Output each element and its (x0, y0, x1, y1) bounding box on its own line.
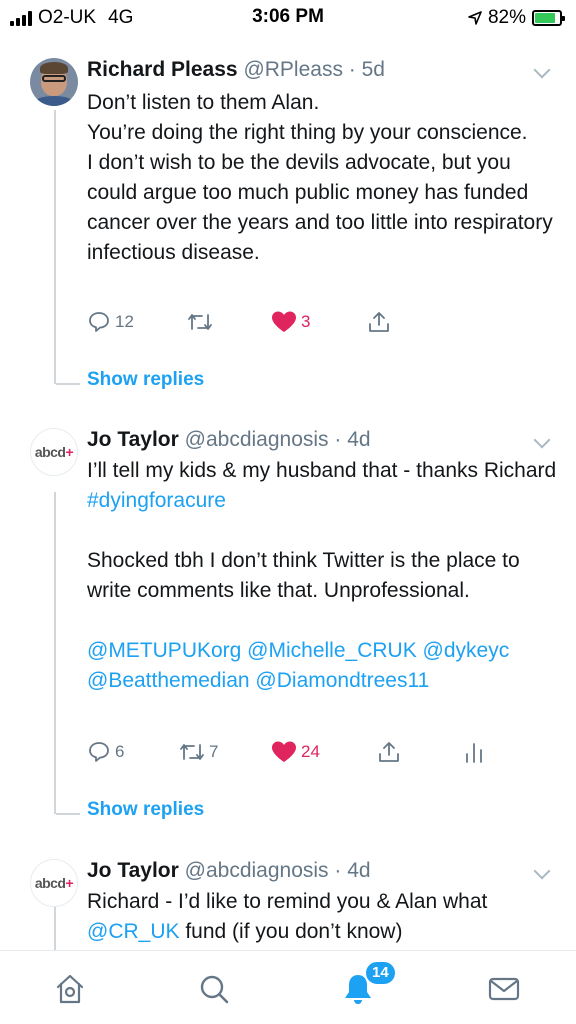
retweet-button[interactable] (187, 307, 217, 337)
avatar[interactable]: abcd+ (30, 428, 78, 476)
reply-button[interactable]: 12 (87, 307, 134, 337)
avatar-logo-text: abcd+ (34, 444, 74, 460)
analytics-button[interactable] (463, 737, 485, 767)
tweet-line: fund (if you don’t know) (179, 920, 403, 943)
battery-icon (532, 10, 565, 26)
home-tab[interactable] (52, 971, 88, 1007)
like-count: 3 (301, 312, 311, 331)
avatar[interactable]: abcd+ (30, 859, 78, 907)
tweet-actions: 12 3 (87, 307, 517, 337)
tweet-actions: 6 7 24 (87, 737, 517, 767)
reply-icon (89, 742, 109, 762)
share-button[interactable] (367, 307, 391, 337)
mention-links[interactable]: @METUPUKorg @Michelle_CRUK @dykeyc @Beat… (87, 636, 557, 696)
show-replies-link[interactable]: Show replies (87, 369, 204, 391)
reply-connector (56, 383, 80, 385)
status-bar-right: 82% (468, 7, 565, 29)
retweet-icon (180, 744, 204, 760)
reply-button[interactable]: 6 (87, 737, 124, 767)
tweet-text: I’ll tell my kids & my husband that - th… (87, 456, 557, 696)
tweet-header: Jo Taylor @abcdiagnosis · 4d (87, 428, 371, 451)
retweet-button[interactable]: 7 (179, 737, 218, 767)
analytics-icon (466, 743, 482, 763)
location-icon (468, 11, 482, 25)
share-icon (379, 742, 399, 762)
share-icon (369, 312, 389, 332)
search-icon (200, 975, 229, 1004)
heart-icon (272, 741, 296, 762)
handle[interactable]: @RPleass (243, 58, 343, 81)
reply-count: 12 (115, 312, 134, 331)
search-tab[interactable] (196, 971, 232, 1007)
tweet-age: 4d (347, 859, 371, 882)
status-bar: O2-UK 4G 3:06 PM 82% (0, 0, 576, 36)
display-name[interactable]: Jo Taylor (87, 859, 179, 882)
tweet-line: You’re doing the right thing by your con… (87, 121, 528, 144)
tweet-age: 4d (347, 428, 371, 451)
reply-connector (56, 813, 80, 815)
heart-icon (272, 311, 296, 332)
tweet-text: Richard - I’d like to remind you & Alan … (87, 887, 557, 947)
tweet-text: Don’t listen to them Alan. You’re doing … (87, 88, 557, 268)
like-button[interactable]: 3 (271, 307, 310, 337)
tweet-header: Richard Pleass @RPleass · 5d (87, 58, 385, 81)
retweet-icon (188, 314, 212, 330)
tweet-age: 5d (361, 58, 385, 81)
handle[interactable]: @abcdiagnosis (185, 428, 329, 451)
avatar-logo-text: abcd+ (34, 875, 74, 891)
tab-bar (0, 950, 576, 1024)
display-name[interactable]: Jo Taylor (87, 428, 179, 451)
tweet-header: Jo Taylor @abcdiagnosis · 4d (87, 859, 371, 882)
retweet-count: 7 (209, 742, 219, 761)
messages-tab[interactable] (486, 971, 522, 1007)
like-count: 24 (301, 742, 320, 761)
notifications-badge: 14 (364, 960, 397, 986)
tweet-line: I’ll tell my kids & my husband that - th… (87, 459, 557, 482)
mention-link[interactable]: @CR_UK (87, 920, 180, 943)
tweet[interactable]: abcd+ Jo Taylor @abcdiagnosis · 4d I’ll … (0, 426, 576, 736)
envelope-icon (488, 977, 520, 1001)
battery-percent: 82% (487, 7, 526, 28)
display-name[interactable]: Richard Pleass (87, 58, 238, 81)
handle[interactable]: @abcdiagnosis (185, 859, 329, 882)
show-replies-link[interactable]: Show replies (87, 799, 204, 821)
tweet[interactable]: abcd+ Jo Taylor @abcdiagnosis · 4d Richa… (0, 857, 576, 950)
tweet-line: I don’t wish to be the devils advocate, … (87, 151, 553, 264)
like-button[interactable]: 24 (271, 737, 320, 767)
reply-count: 6 (115, 742, 125, 761)
share-button[interactable] (377, 737, 401, 767)
reply-icon (89, 312, 109, 332)
avatar[interactable] (30, 58, 78, 106)
tweet-line: Richard - I’d like to remind you & Alan … (87, 890, 488, 913)
home-icon (56, 974, 84, 1004)
tweet-line: Shocked tbh I don’t think Twitter is the… (87, 549, 520, 602)
hashtag-link[interactable]: #dyingforacure (87, 489, 226, 512)
tweet-line: Don’t listen to them Alan. (87, 91, 320, 114)
